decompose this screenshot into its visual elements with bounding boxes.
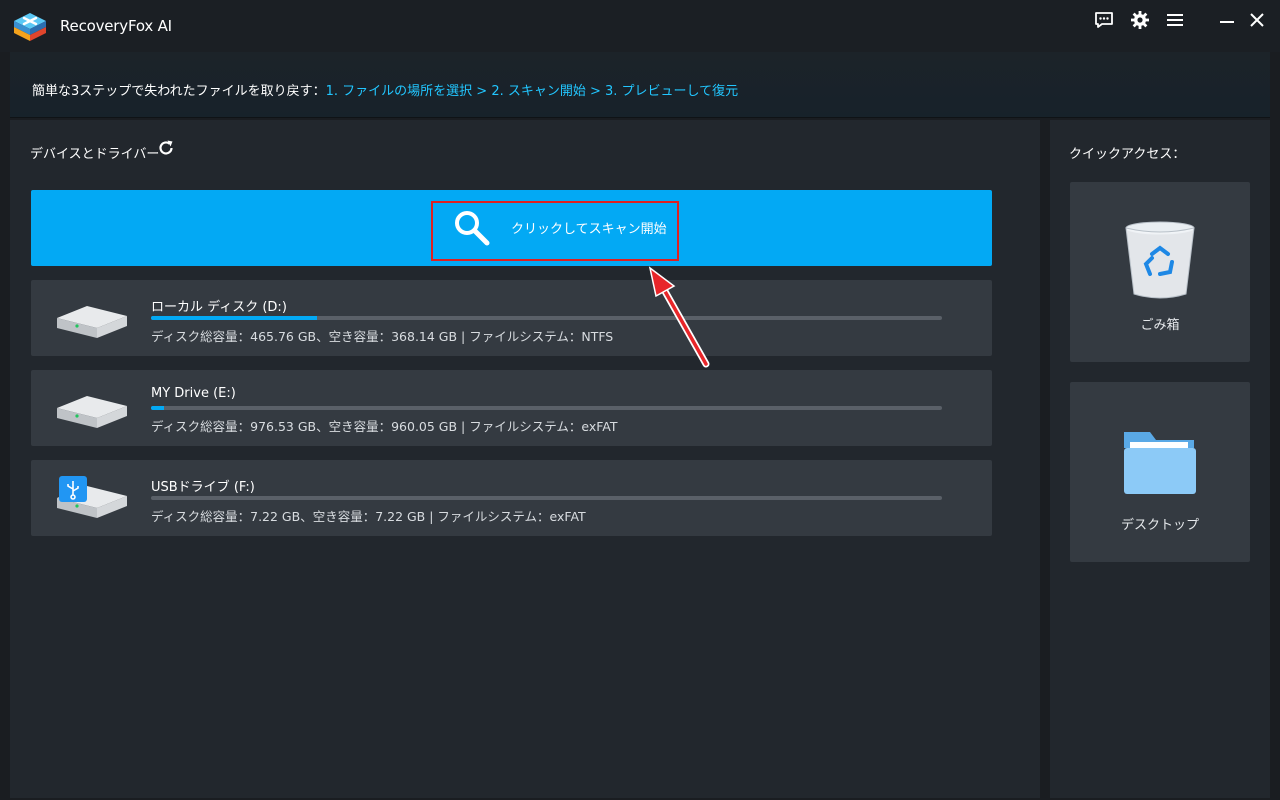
hamburger-icon <box>1167 14 1183 26</box>
drive-usage-bar <box>151 406 942 410</box>
hard-drive-icon <box>57 396 127 428</box>
drive-row-f[interactable]: USBドライブ (F:) ディスク総容量：7.22 GB、空き容量：7.22 G… <box>31 460 992 536</box>
steps-banner: 簡単な3ステップで失われたファイルを取り戻す：1. ファイルの場所を選択 > 2… <box>10 52 1270 118</box>
chat-icon <box>1095 12 1113 28</box>
drive-name: MY Drive (E:) <box>151 386 236 401</box>
drive-name: ローカル ディスク (D:) <box>151 300 287 315</box>
drive-usage-fill <box>151 406 165 410</box>
settings-button[interactable] <box>1127 8 1153 32</box>
drive-row-d[interactable]: ローカル ディスク (D:) ディスク総容量：465.76 GB、空き容量：36… <box>31 280 992 356</box>
refresh-icon[interactable] <box>157 139 175 157</box>
close-icon <box>1250 13 1264 27</box>
hard-drive-icon <box>57 306 127 338</box>
devices-panel: デバイスとドライバー クリックしてスキャン開始 ローカル ディスク (D:) デ… <box>10 120 1040 798</box>
app-title: RecoveryFox AI <box>60 17 172 35</box>
scan-button[interactable]: クリックしてスキャン開始 <box>31 190 992 266</box>
minimize-button[interactable] <box>1214 8 1240 32</box>
scan-label: クリックしてスキャン開始 <box>511 222 667 237</box>
title-bar: RecoveryFox AI <box>0 0 1280 52</box>
drive-usage-bar <box>151 316 942 320</box>
quick-access-panel: クイックアクセス： ごみ箱 デスクトップ <box>1050 120 1270 798</box>
menu-button[interactable] <box>1162 8 1188 32</box>
drive-name: USBドライブ (F:) <box>151 480 255 495</box>
folder-icon <box>1124 432 1196 494</box>
steps-links: 1. ファイルの場所を選択 > 2. スキャン開始 > 3. プレビューして復元 <box>325 84 739 99</box>
steps-text: 簡単な3ステップで失われたファイルを取り戻す：1. ファイルの場所を選択 > 2… <box>32 80 738 99</box>
quick-access-desktop[interactable]: デスクトップ <box>1070 382 1250 562</box>
app-logo-icon <box>14 13 46 41</box>
minimize-icon <box>1220 21 1234 23</box>
quick-access-label: ごみ箱 <box>1140 318 1180 333</box>
quick-access-recycle-bin[interactable]: ごみ箱 <box>1070 182 1250 362</box>
recycle-bin-icon <box>1125 221 1195 299</box>
drive-usage-fill <box>151 316 318 320</box>
drive-info: ディスク総容量：976.53 GB、空き容量：960.05 GB | ファイルシ… <box>151 419 618 434</box>
quick-access-title: クイックアクセス： <box>1069 147 1186 162</box>
usb-drive-icon <box>57 476 127 518</box>
drive-info: ディスク総容量：465.76 GB、空き容量：368.14 GB | ファイルシ… <box>151 329 614 344</box>
gear-icon <box>1131 11 1149 29</box>
magnifier-icon <box>455 211 490 246</box>
feedback-button[interactable] <box>1091 8 1117 32</box>
drive-usage-bar <box>151 496 942 500</box>
drive-row-e[interactable]: MY Drive (E:) ディスク総容量：976.53 GB、空き容量：960… <box>31 370 992 446</box>
close-button[interactable] <box>1244 8 1270 32</box>
steps-prefix: 簡単な3ステップで失われたファイルを取り戻す： <box>32 84 326 99</box>
devices-title: デバイスとドライバー <box>30 147 160 162</box>
drive-info: ディスク総容量：7.22 GB、空き容量：7.22 GB | ファイルシステム：… <box>151 509 586 524</box>
quick-access-label: デスクトップ <box>1120 518 1199 533</box>
